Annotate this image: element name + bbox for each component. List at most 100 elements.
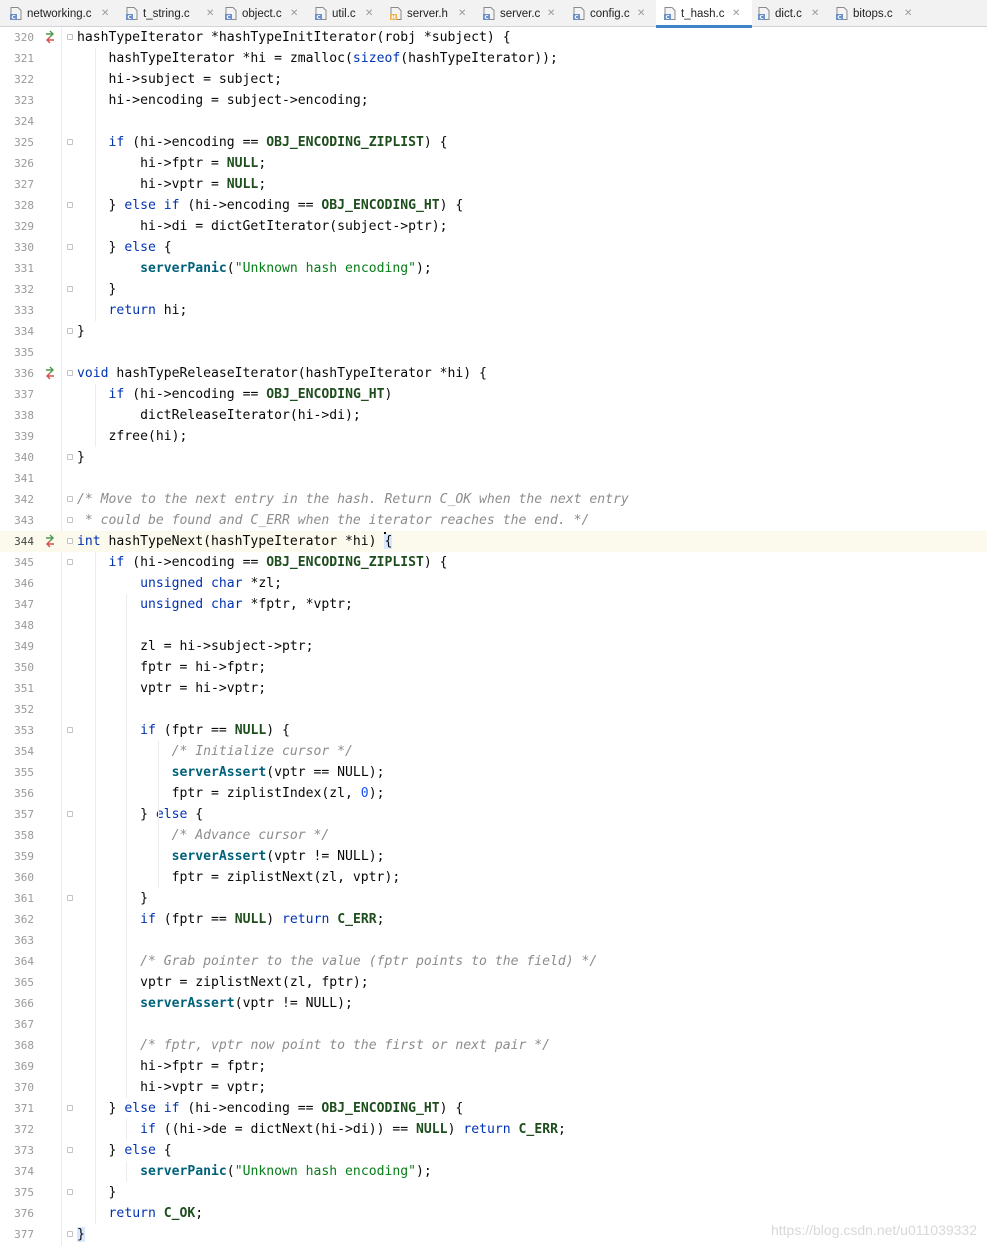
line-number[interactable]: 338 <box>0 405 34 426</box>
line-number[interactable]: 373 <box>0 1140 34 1161</box>
close-tab-icon[interactable]: ✕ <box>547 7 555 21</box>
code-line[interactable]: 376 return C_OK; <box>0 1203 987 1224</box>
code-line[interactable]: 353 if (fptr == NULL) { <box>0 720 987 741</box>
close-tab-icon[interactable]: ✕ <box>206 7 214 21</box>
close-tab-icon[interactable]: ✕ <box>637 7 645 21</box>
tab-config-c[interactable]: Cconfig.c ✕ <box>573 0 649 27</box>
line-number[interactable]: 350 <box>0 657 34 678</box>
line-number[interactable]: 375 <box>0 1182 34 1203</box>
code-line[interactable]: 342 /* Move to the next entry in the hash… <box>0 489 987 510</box>
code-line[interactable]: 365 vptr = ziplistNext(zl, fptr); <box>0 972 987 993</box>
line-number[interactable]: 332 <box>0 279 34 300</box>
code-line[interactable]: 364 /* Grab pointer to the value (fptr p… <box>0 951 987 972</box>
tab-server-c[interactable]: Cserver.c ✕ <box>483 0 559 27</box>
code-line[interactable]: 343 * could be found and C_ERR when the … <box>0 510 987 531</box>
code-line[interactable]: 374 serverPanic("Unknown hash encoding")… <box>0 1161 987 1182</box>
line-number[interactable]: 366 <box>0 993 34 1014</box>
code-line[interactable]: 357 } else { <box>0 804 987 825</box>
fold-marker-icon[interactable] <box>67 202 73 208</box>
line-number[interactable]: 341 <box>0 468 34 489</box>
code-line[interactable]: 351 vptr = hi->vptr; <box>0 678 987 699</box>
code-line[interactable]: 344 int hashTypeNext(hashTypeIterator *hi… <box>0 531 987 552</box>
code-line[interactable]: 359 serverAssert(vptr != NULL); <box>0 846 987 867</box>
line-number[interactable]: 336 <box>0 363 34 384</box>
close-tab-icon[interactable]: ✕ <box>904 7 912 21</box>
line-number[interactable]: 356 <box>0 783 34 804</box>
fold-marker-icon[interactable] <box>67 286 73 292</box>
line-number[interactable]: 335 <box>0 342 34 363</box>
override-marker-icon[interactable] <box>44 534 56 548</box>
code-line[interactable]: 334} <box>0 321 987 342</box>
line-number[interactable]: 327 <box>0 174 34 195</box>
code-line[interactable]: 326 hi->fptr = NULL; <box>0 153 987 174</box>
tab-t-hash-c[interactable]: Ct_hash.c ✕ <box>656 0 752 28</box>
line-number[interactable]: 372 <box>0 1119 34 1140</box>
line-number[interactable]: 371 <box>0 1098 34 1119</box>
fold-marker-icon[interactable] <box>67 1189 73 1195</box>
code-line[interactable]: 354 /* Initialize cursor */ <box>0 741 987 762</box>
line-number[interactable]: 351 <box>0 678 34 699</box>
code-line[interactable]: 341 <box>0 468 987 489</box>
code-line[interactable]: 337 if (hi->encoding == OBJ_ENCODING_HT) <box>0 384 987 405</box>
code-line[interactable]: 361 } <box>0 888 987 909</box>
line-number[interactable]: 358 <box>0 825 34 846</box>
line-number[interactable]: 376 <box>0 1203 34 1224</box>
tab-bitops-c[interactable]: Cbitops.c ✕ <box>836 0 916 27</box>
fold-marker-icon[interactable] <box>67 559 73 565</box>
code-line[interactable]: 350 fptr = hi->fptr; <box>0 657 987 678</box>
code-line[interactable]: 360 fptr = ziplistNext(zl, vptr); <box>0 867 987 888</box>
line-number[interactable]: 324 <box>0 111 34 132</box>
code-line[interactable]: 352 <box>0 699 987 720</box>
fold-marker-icon[interactable] <box>67 244 73 250</box>
code-line[interactable]: 369 hi->fptr = fptr; <box>0 1056 987 1077</box>
fold-marker-icon[interactable] <box>67 895 73 901</box>
code-line[interactable]: 375 } <box>0 1182 987 1203</box>
override-marker-icon[interactable] <box>44 366 56 380</box>
line-number[interactable]: 348 <box>0 615 34 636</box>
line-number[interactable]: 377 <box>0 1224 34 1245</box>
line-number[interactable]: 328 <box>0 195 34 216</box>
line-number[interactable]: 321 <box>0 48 34 69</box>
line-number[interactable]: 355 <box>0 762 34 783</box>
line-number[interactable]: 368 <box>0 1035 34 1056</box>
code-line[interactable]: 349 zl = hi->subject->ptr; <box>0 636 987 657</box>
line-number[interactable]: 334 <box>0 321 34 342</box>
line-number[interactable]: 374 <box>0 1161 34 1182</box>
code-line[interactable]: 336 void hashTypeReleaseIterator(hashType… <box>0 363 987 384</box>
code-line[interactable]: 338 dictReleaseIterator(hi->di); <box>0 405 987 426</box>
fold-marker-icon[interactable] <box>67 328 73 334</box>
code-line[interactable]: 370 hi->vptr = vptr; <box>0 1077 987 1098</box>
code-line[interactable]: 327 hi->vptr = NULL; <box>0 174 987 195</box>
code-line[interactable]: 333 return hi; <box>0 300 987 321</box>
code-line[interactable]: 320 hashTypeIterator *hashTypeInitIterato… <box>0 27 987 48</box>
line-number[interactable]: 364 <box>0 951 34 972</box>
close-tab-icon[interactable]: ✕ <box>458 7 466 21</box>
code-line[interactable]: 358 /* Advance cursor */ <box>0 825 987 846</box>
line-number[interactable]: 347 <box>0 594 34 615</box>
line-number[interactable]: 357 <box>0 804 34 825</box>
close-tab-icon[interactable]: ✕ <box>365 7 373 21</box>
code-line[interactable]: 328 } else if (hi->encoding == OBJ_ENCOD… <box>0 195 987 216</box>
code-line[interactable]: 356 fptr = ziplistIndex(zl, 0); <box>0 783 987 804</box>
code-editor[interactable]: 320 hashTypeIterator *hashTypeInitIterato… <box>0 27 987 1246</box>
code-line[interactable]: 332 } <box>0 279 987 300</box>
code-line[interactable]: 329 hi->di = dictGetIterator(subject->pt… <box>0 216 987 237</box>
line-number[interactable]: 320 <box>0 27 34 48</box>
line-number[interactable]: 369 <box>0 1056 34 1077</box>
line-number[interactable]: 345 <box>0 552 34 573</box>
line-number[interactable]: 342 <box>0 489 34 510</box>
code-line[interactable]: 348 <box>0 615 987 636</box>
close-tab-icon[interactable]: ✕ <box>732 7 740 21</box>
code-line[interactable]: 355 serverAssert(vptr == NULL); <box>0 762 987 783</box>
code-line[interactable]: 323 hi->encoding = subject->encoding; <box>0 90 987 111</box>
line-number[interactable]: 362 <box>0 909 34 930</box>
fold-marker-icon[interactable] <box>67 1231 73 1237</box>
fold-marker-icon[interactable] <box>67 496 73 502</box>
tab-util-c[interactable]: Cutil.c ✕ <box>315 0 377 27</box>
line-number[interactable]: 349 <box>0 636 34 657</box>
code-line[interactable]: 345 if (hi->encoding == OBJ_ENCODING_ZIP… <box>0 552 987 573</box>
code-line[interactable]: 331 serverPanic("Unknown hash encoding")… <box>0 258 987 279</box>
fold-marker-icon[interactable] <box>67 1147 73 1153</box>
line-number[interactable]: 323 <box>0 90 34 111</box>
tab-networking-c[interactable]: Cnetworking.c ✕ <box>10 0 113 27</box>
